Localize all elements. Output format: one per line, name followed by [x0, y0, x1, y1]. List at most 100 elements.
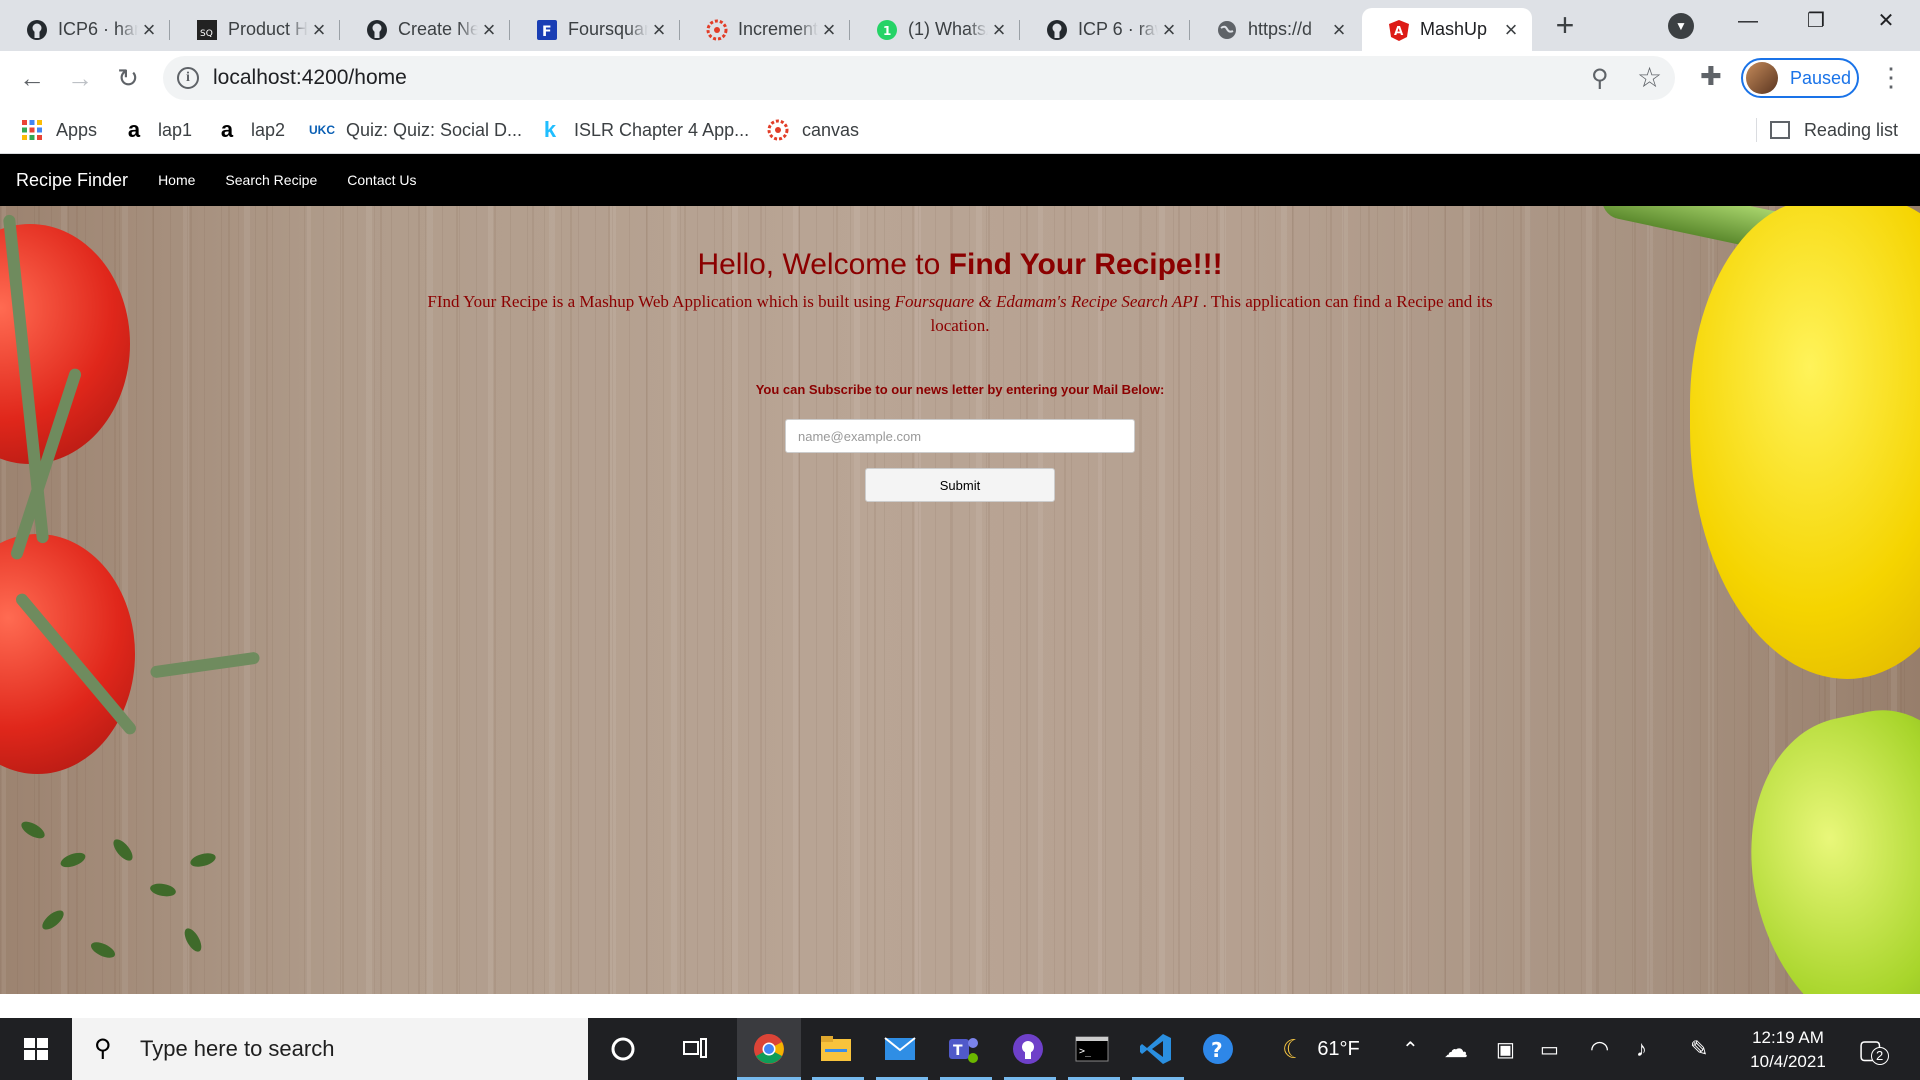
new-tab-button[interactable]: + [1548, 9, 1582, 43]
close-icon[interactable]: × [1158, 18, 1180, 41]
weather-widget[interactable]: ☾ 61°F [1282, 1018, 1360, 1080]
search-icon: ⚲ [94, 1035, 112, 1062]
github-icon [26, 19, 48, 41]
app-description: FInd Your Recipe is a Mashup Web Applica… [427, 292, 1493, 335]
bookmark-canvas[interactable]: canvas [766, 114, 859, 146]
notification-count: 2 [1870, 1047, 1889, 1065]
zoom-icon[interactable]: ⚲ [1591, 64, 1609, 93]
close-icon[interactable]: × [308, 18, 330, 41]
tab-mashup[interactable]: A MashUp × [1362, 8, 1532, 51]
email-field[interactable] [785, 419, 1135, 453]
github-icon [1046, 19, 1068, 41]
umkc-icon: UKC [309, 123, 335, 137]
back-button[interactable]: ← [13, 59, 51, 97]
help-icon[interactable]: ? [1196, 1027, 1240, 1071]
product-icon: SQ [196, 19, 218, 41]
navbar-brand[interactable]: Recipe Finder [16, 170, 128, 191]
reload-button[interactable]: ↻ [109, 59, 147, 97]
restore-button[interactable]: ❐ [1786, 0, 1846, 44]
svg-text:>_: >_ [1079, 1046, 1092, 1057]
mail-icon[interactable] [878, 1027, 922, 1071]
pen-icon[interactable]: ✎ [1690, 1018, 1708, 1080]
submit-button[interactable]: Submit [865, 468, 1055, 502]
svg-text:A: A [1394, 24, 1404, 38]
avatar [1746, 62, 1778, 94]
clock-time: 12:19 AM [1752, 1028, 1824, 1047]
system-clock[interactable]: 12:19 AM 10/4/2021 [1736, 1026, 1840, 1074]
api-names: Foursquare & Edamam's Recipe Search API [894, 292, 1199, 311]
page-title-emphasis: Find Your Recipe!!! [948, 248, 1223, 281]
bookmarks-bar: Apps a lap1 a lap2 UKC Quiz: Quiz: Socia… [0, 106, 1920, 154]
address-bar[interactable]: i localhost:4200/home ⚲ ☆ [163, 56, 1675, 100]
nav-link-search-recipe[interactable]: Search Recipe [225, 172, 317, 188]
site-info-icon[interactable]: i [177, 67, 199, 89]
extensions-icon[interactable]: ✚ [1700, 61, 1722, 92]
reading-list-button[interactable]: Reading list [1769, 114, 1898, 146]
teams-icon[interactable]: T [942, 1027, 986, 1071]
wifi-icon[interactable]: ◠ [1590, 1018, 1609, 1080]
forward-button[interactable]: → [61, 59, 99, 97]
onedrive-icon[interactable]: ☁ [1444, 1018, 1468, 1080]
bookmark-lap2[interactable]: a lap2 [215, 114, 285, 146]
svg-text:SQ: SQ [200, 29, 213, 39]
tab-https[interactable]: https://d × [1190, 8, 1360, 51]
tab-title: Product Hunt [228, 19, 308, 39]
windows-start-icon[interactable] [12, 1032, 60, 1066]
notifications-button[interactable]: ▢ 2 [1858, 1018, 1889, 1080]
bookmark-star-icon[interactable]: ☆ [1637, 61, 1662, 94]
close-icon[interactable]: × [138, 18, 160, 41]
tab-search-button[interactable]: ▼ [1668, 13, 1694, 39]
volume-icon[interactable]: ♪ [1636, 1018, 1647, 1080]
tab-title: ICP 6 · raw [1078, 19, 1158, 39]
nav-link-home[interactable]: Home [158, 172, 195, 188]
battery-icon[interactable]: ▭ [1540, 1018, 1559, 1080]
close-window-button[interactable]: ✕ [1856, 0, 1916, 44]
page-title: Hello, Welcome to Find Your Recipe!!! [697, 248, 1223, 281]
bookmark-quiz[interactable]: UKC Quiz: Quiz: Social D... [309, 114, 523, 146]
taskbar-search-box[interactable]: ⚲ Type here to search [72, 1018, 588, 1080]
cortana-icon[interactable] [601, 1027, 645, 1071]
close-icon[interactable]: × [478, 18, 500, 41]
close-icon[interactable]: × [818, 18, 840, 41]
show-hidden-icons[interactable]: ⌃ [1402, 1018, 1419, 1080]
tab-title: MashUp [1420, 19, 1488, 39]
bookmark-apps[interactable]: Apps [20, 114, 97, 146]
browser-toolbar: ← → ↻ i localhost:4200/home ⚲ ☆ ✚ Paused… [0, 51, 1920, 106]
github-icon [366, 19, 388, 41]
tab-incremental[interactable]: Incremental × [680, 8, 850, 51]
tab-product[interactable]: SQ Product Hunt × [170, 8, 340, 51]
page-viewport: Recipe Finder Home Search Recipe Contact… [0, 154, 1920, 994]
profile-status: Paused [1790, 67, 1852, 88]
bookmark-islr[interactable]: k ISLR Chapter 4 App... [538, 114, 749, 146]
reading-list-icon [1769, 121, 1790, 139]
close-icon[interactable]: × [1328, 18, 1350, 41]
tab-create-repo[interactable]: Create New Repository × [340, 8, 510, 51]
file-explorer-icon[interactable] [814, 1027, 858, 1071]
close-icon[interactable]: × [1500, 18, 1522, 41]
chrome-icon[interactable] [747, 1027, 791, 1071]
url-text[interactable]: localhost:4200/home [213, 66, 407, 90]
more-menu-icon[interactable]: ⋮ [1878, 61, 1904, 93]
weather-temp: 61°F [1317, 1037, 1360, 1060]
tab-whatsapp[interactable]: 1 (1) WhatsApp × [850, 8, 1020, 51]
terminal-icon[interactable]: >_ [1070, 1027, 1114, 1071]
tab-foursquare[interactable]: F Foursquare × [510, 8, 680, 51]
foursquare-icon: F [536, 19, 558, 41]
close-icon[interactable]: × [988, 18, 1010, 41]
profile-button[interactable]: Paused [1741, 58, 1859, 98]
github-desktop-icon[interactable] [1006, 1027, 1050, 1071]
minimize-button[interactable]: — [1718, 0, 1778, 44]
bookmark-label: Quiz: Quiz: Social D... [346, 119, 523, 140]
close-icon[interactable]: × [648, 18, 670, 41]
search-placeholder: Type here to search [140, 1036, 335, 1061]
tab-icp6-raw[interactable]: ICP 6 · raw × [1020, 8, 1190, 51]
nav-link-contact-us[interactable]: Contact Us [347, 172, 416, 188]
svg-text:T: T [953, 1043, 963, 1059]
globe-icon [1216, 19, 1238, 41]
bookmark-lap1[interactable]: a lap1 [122, 114, 192, 146]
task-view-icon[interactable] [673, 1027, 717, 1071]
vscode-icon[interactable] [1134, 1027, 1178, 1071]
security-icon[interactable]: ▣ [1496, 1018, 1515, 1080]
tab-icp6[interactable]: ICP6 · harshitha × [0, 8, 170, 51]
tab-title: (1) WhatsApp [908, 19, 988, 39]
